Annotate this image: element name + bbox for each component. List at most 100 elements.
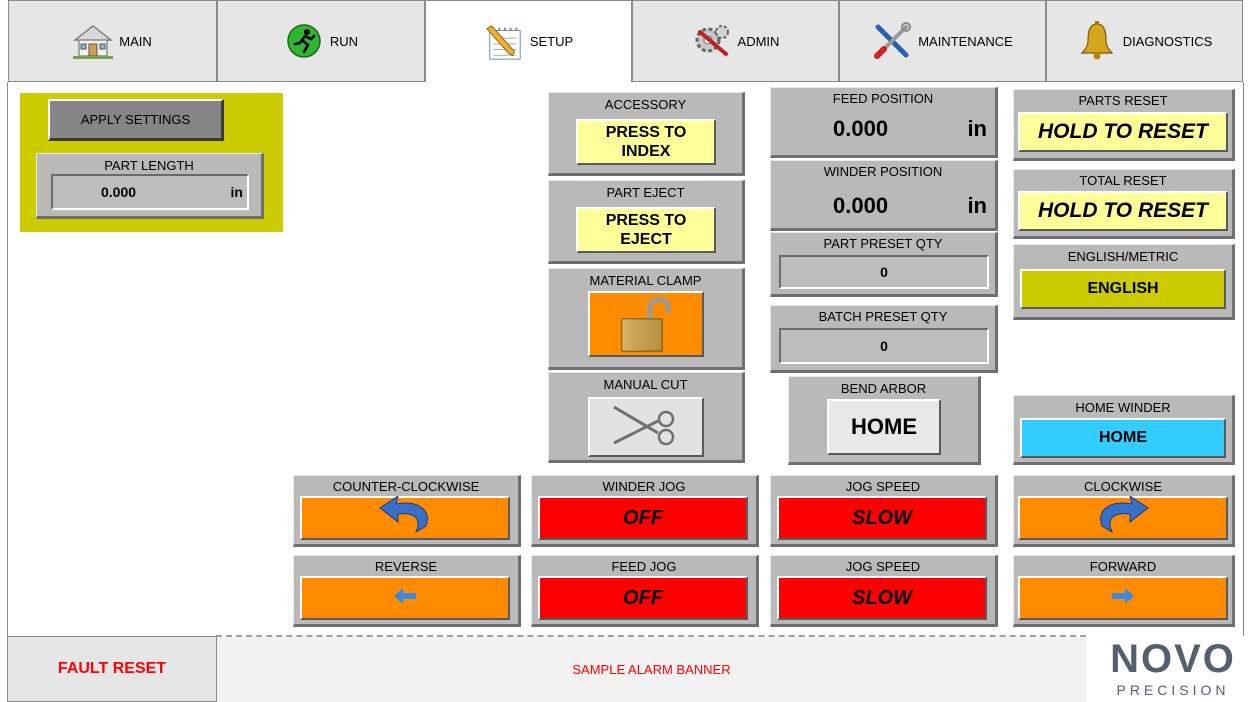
- winder-position-value: 0.000: [833, 193, 889, 218]
- ccw-label: COUNTER-CLOCKWISE: [332, 479, 480, 494]
- total-reset-button[interactable]: HOLD TO RESET: [1018, 191, 1228, 231]
- winder-position-label: WINDER POSITION: [823, 164, 943, 179]
- tab-main-label: MAIN: [119, 33, 152, 49]
- jog-speed-1-panel: JOG SPEED SLOW: [770, 475, 998, 547]
- counter-clockwise-button[interactable]: [300, 494, 510, 541]
- press-to-eject-button[interactable]: PRESS TO EJECT: [576, 207, 716, 253]
- feed-position-value: 0.000: [833, 116, 889, 141]
- bend-arbor-panel: BEND ARBOR HOME: [788, 376, 981, 465]
- part-preset-panel: PART PRESET QTY 0: [770, 232, 998, 297]
- feed-jog-panel: FEED JOG OFF: [531, 555, 759, 627]
- reverse-panel: REVERSE: [293, 555, 521, 627]
- reverse-button[interactable]: [300, 576, 510, 620]
- accessory-label: ACCESSORY: [604, 97, 687, 112]
- winder-jog-panel: WINDER JOG OFF: [531, 475, 759, 547]
- units-label: ENGLISH/METRIC: [1067, 249, 1179, 264]
- feed-position-panel: FEED POSITION 0.000 in: [770, 87, 998, 158]
- apply-settings-button[interactable]: APPLY SETTINGS: [48, 99, 224, 141]
- press-to-index-button[interactable]: PRESS TO INDEX: [576, 119, 716, 165]
- house-icon: [73, 21, 114, 61]
- tab-diagnostics[interactable]: DIAGNOSTICS: [1046, 0, 1243, 82]
- manual-cut-button[interactable]: [588, 397, 704, 457]
- bend-arbor-home-button[interactable]: HOME: [827, 399, 941, 455]
- batch-preset-label: BATCH PRESET QTY: [818, 309, 948, 324]
- bend-arbor-label: BEND ARBOR: [840, 381, 927, 396]
- part-length-value: 0.000: [101, 184, 137, 200]
- tab-admin[interactable]: ADMIN: [632, 0, 839, 82]
- tab-diagnostics-label: DIAGNOSTICS: [1122, 33, 1213, 49]
- jog-speed-1-label: JOG SPEED: [845, 479, 921, 494]
- tab-admin-label: ADMIN: [737, 33, 780, 49]
- part-length-unit: in: [230, 184, 243, 200]
- feed-position-label: FEED POSITION: [832, 91, 934, 106]
- home-winder-button[interactable]: HOME: [1020, 418, 1226, 458]
- units-panel: ENGLISH/METRIC ENGLISH: [1013, 244, 1235, 320]
- forward-button[interactable]: [1018, 576, 1228, 620]
- tab-maintenance[interactable]: MAINTENANCE: [839, 0, 1046, 82]
- runner-icon: [284, 21, 324, 61]
- winder-position-panel: WINDER POSITION 0.000 in: [770, 160, 998, 231]
- parts-reset-panel: PARTS RESET HOLD TO RESET: [1013, 89, 1235, 161]
- total-reset-label: TOTAL RESET: [1079, 173, 1167, 188]
- cw-panel: CLOCKWISE: [1013, 475, 1235, 547]
- manual-cut-label: MANUAL CUT: [603, 377, 688, 392]
- rotate-cw-arrow-icon: [1092, 494, 1154, 541]
- forward-panel: FORWARD: [1013, 555, 1235, 627]
- ccw-panel: COUNTER-CLOCKWISE: [293, 475, 521, 547]
- home-winder-label: HOME WINDER: [1075, 400, 1171, 415]
- part-preset-label: PART PRESET QTY: [823, 236, 943, 251]
- part-length-label: PART LENGTH: [104, 158, 194, 173]
- parts-reset-label: PARTS RESET: [1078, 93, 1168, 108]
- tab-setup[interactable]: SETUP: [425, 0, 632, 82]
- english-metric-button[interactable]: ENGLISH: [1020, 269, 1226, 309]
- padlock-open-icon: [616, 291, 676, 358]
- reverse-label: REVERSE: [374, 559, 438, 574]
- winder-position-unit: in: [967, 193, 987, 218]
- part-length-panel: PART LENGTH 0.000 in: [36, 153, 264, 219]
- jog-speed-2-panel: JOG SPEED SLOW: [770, 555, 998, 627]
- tab-main[interactable]: MAIN: [8, 0, 217, 82]
- home-winder-panel: HOME WINDER HOME: [1013, 395, 1235, 465]
- bell-icon: [1077, 21, 1117, 61]
- fault-reset-button[interactable]: FAULT RESET: [7, 636, 217, 702]
- manual-cut-panel: MANUAL CUT: [548, 372, 745, 463]
- alarm-banner: SAMPLE ALARM BANNER: [217, 637, 1086, 702]
- gears-icon: [692, 21, 732, 61]
- clockwise-button[interactable]: [1018, 494, 1228, 541]
- tab-run[interactable]: RUN: [217, 0, 425, 82]
- parts-reset-button[interactable]: HOLD TO RESET: [1018, 112, 1228, 152]
- batch-preset-field[interactable]: 0: [779, 328, 989, 364]
- part-length-field[interactable]: 0.000 in: [51, 174, 249, 210]
- material-clamp-panel: MATERIAL CLAMP: [548, 268, 745, 370]
- rotate-ccw-arrow-icon: [374, 494, 436, 541]
- batch-preset-panel: BATCH PRESET QTY 0: [770, 305, 998, 373]
- part-preset-field[interactable]: 0: [779, 255, 989, 289]
- tab-setup-label: SETUP: [529, 34, 574, 49]
- part-eject-panel: PART EJECT PRESS TO EJECT: [548, 180, 745, 264]
- tab-maintenance-label: MAINTENANCE: [918, 33, 1013, 49]
- winder-jog-button[interactable]: OFF: [538, 496, 748, 540]
- total-reset-panel: TOTAL RESET HOLD TO RESET: [1013, 169, 1235, 239]
- accessory-panel: ACCESSORY PRESS TO INDEX: [548, 92, 745, 176]
- tab-run-label: RUN: [329, 33, 359, 49]
- winder-jog-label: WINDER JOG: [602, 479, 686, 494]
- jog-speed-2-label: JOG SPEED: [845, 559, 921, 574]
- jog-speed-2-button[interactable]: SLOW: [777, 576, 987, 620]
- novo-logo: NOVO PRECISION: [1087, 636, 1249, 702]
- notepad-icon: [484, 22, 524, 62]
- jog-speed-1-button[interactable]: SLOW: [777, 496, 987, 540]
- feed-position-unit: in: [967, 116, 987, 141]
- forward-label: FORWARD: [1089, 559, 1157, 574]
- logo-precision-text: PRECISION: [1116, 682, 1230, 698]
- part-eject-label: PART EJECT: [606, 185, 685, 200]
- settings-panel: APPLY SETTINGS PART LENGTH 0.000 in: [20, 93, 283, 232]
- material-clamp-button[interactable]: [588, 291, 704, 357]
- feed-jog-label: FEED JOG: [611, 559, 677, 574]
- arrow-right-icon: [1112, 587, 1134, 609]
- feed-jog-button[interactable]: OFF: [538, 576, 748, 620]
- material-clamp-label: MATERIAL CLAMP: [589, 273, 702, 288]
- tools-icon: [872, 21, 912, 61]
- scissors-icon: [610, 401, 682, 454]
- cw-label: CLOCKWISE: [1083, 479, 1162, 494]
- arrow-left-icon: [394, 587, 416, 609]
